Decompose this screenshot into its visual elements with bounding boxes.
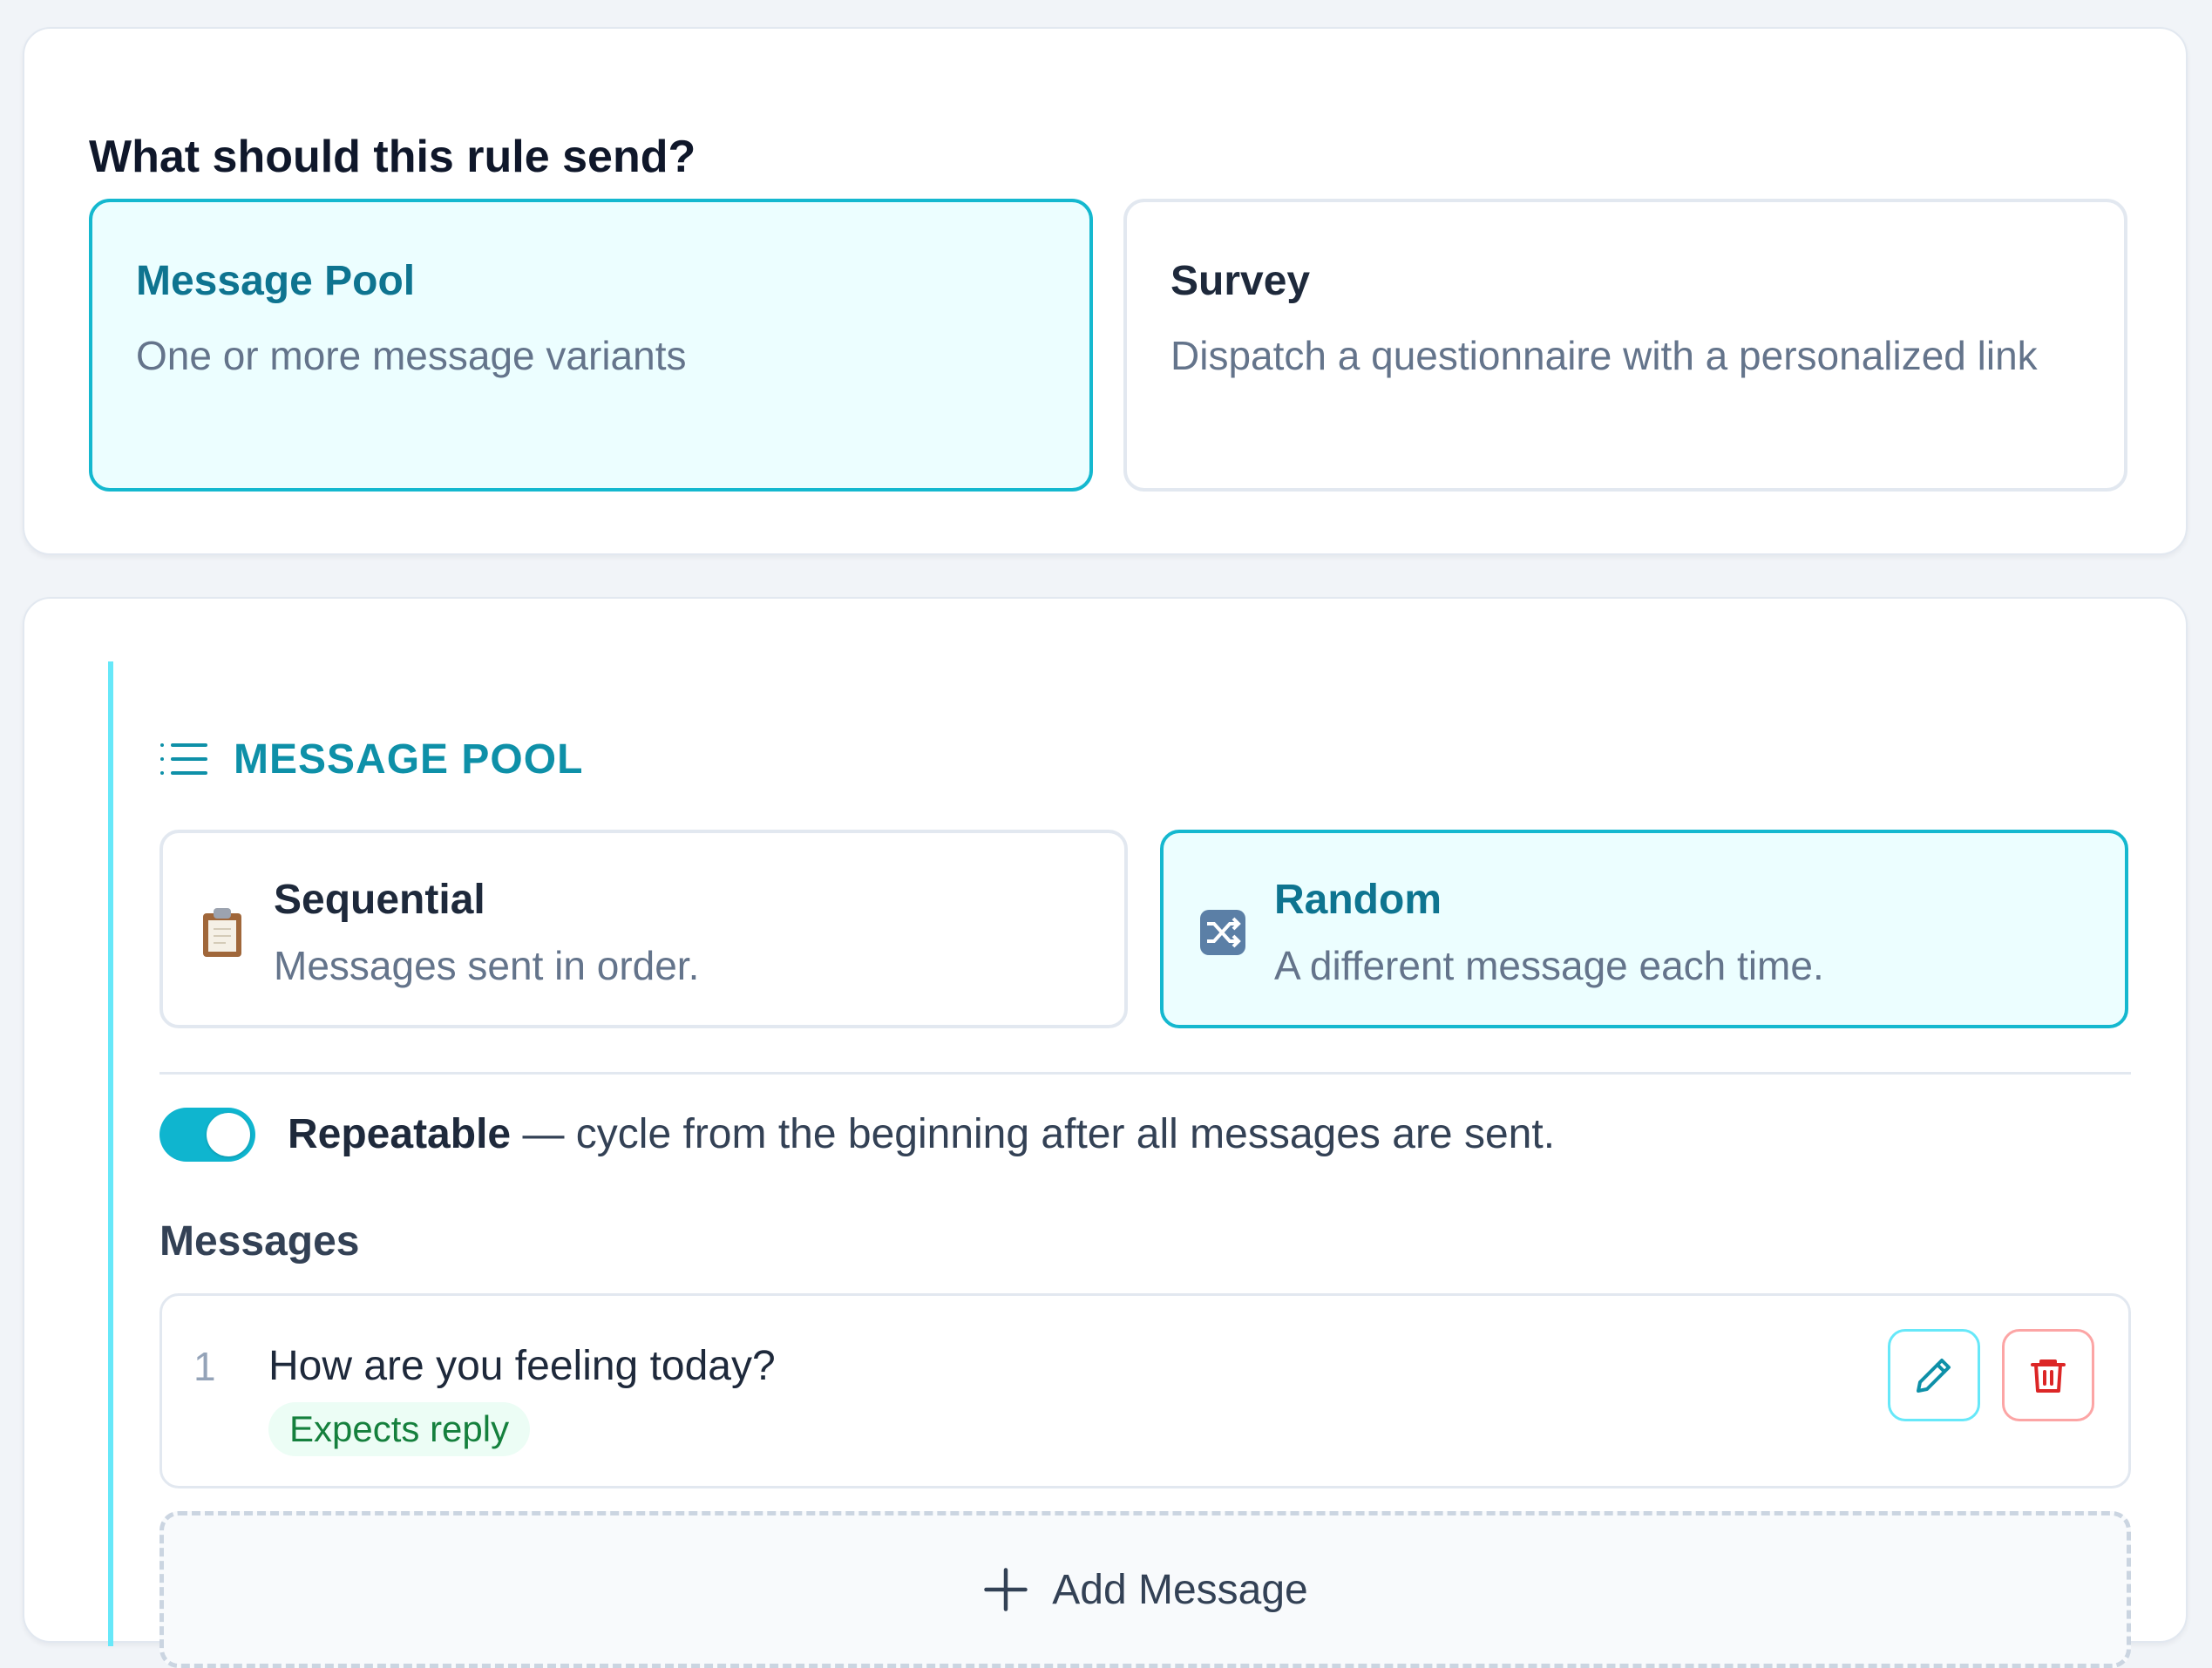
message-text: How are you feeling today? [268, 1343, 776, 1389]
shuffle-icon [1200, 910, 1245, 955]
add-message-label: Add Message [1052, 1566, 1308, 1613]
mode-sequential[interactable]: Sequential Messages sent in order. [159, 830, 1128, 1028]
expects-reply-badge: Expects reply [268, 1402, 531, 1456]
message-pool-card: MESSAGE POOL Sequential Messages sent in… [23, 597, 2188, 1668]
mode-description: Messages sent in order. [274, 943, 700, 988]
section-header: MESSAGE POOL [159, 731, 583, 787]
mode-title: Sequential [274, 877, 485, 923]
option-title: Survey [1170, 258, 1311, 304]
mode-title: Random [1274, 877, 1442, 923]
messages-heading: Messages [159, 1218, 360, 1265]
mode-random[interactable]: Random A different message each time. [1160, 830, 2128, 1028]
repeatable-toggle[interactable] [159, 1108, 255, 1162]
clipboard-icon [203, 908, 241, 957]
toggle-knob [207, 1113, 250, 1156]
plus-icon [984, 1568, 1028, 1611]
option-description: One or more message variants [136, 333, 687, 378]
send-type-card: What should this rule send? Message Pool… [23, 27, 2188, 555]
option-title: Message Pool [136, 258, 416, 304]
message-pool-section: MESSAGE POOL Sequential Messages sent in… [108, 661, 2144, 1668]
repeatable-label: Repeatable [288, 1111, 512, 1157]
send-type-title: What should this rule send? [89, 132, 696, 182]
message-row: 1 How are you feeling today? Expects rep… [159, 1293, 2131, 1488]
message-number: 1 [193, 1344, 216, 1389]
section-title: MESSAGE POOL [234, 736, 584, 783]
repeatable-description: Repeatable — cycle from the beginning af… [288, 1106, 1555, 1163]
add-message-button[interactable]: Add Message [159, 1511, 2131, 1668]
mode-description: A different message each time. [1274, 943, 1824, 988]
option-description: Dispatch a questionnaire with a personal… [1170, 333, 2038, 378]
list-icon [160, 743, 207, 775]
option-survey[interactable]: Survey Dispatch a questionnaire with a p… [1123, 199, 2127, 492]
option-message-pool[interactable]: Message Pool One or more message variant… [89, 199, 1093, 492]
divider [159, 1072, 2131, 1075]
trash-icon [2031, 1359, 2066, 1393]
delete-message-button[interactable] [2002, 1329, 2094, 1421]
edit-message-button[interactable] [1888, 1329, 1980, 1421]
repeatable-text: — cycle from the beginning after all mes… [511, 1111, 1556, 1157]
pencil-icon [1917, 1359, 1951, 1393]
